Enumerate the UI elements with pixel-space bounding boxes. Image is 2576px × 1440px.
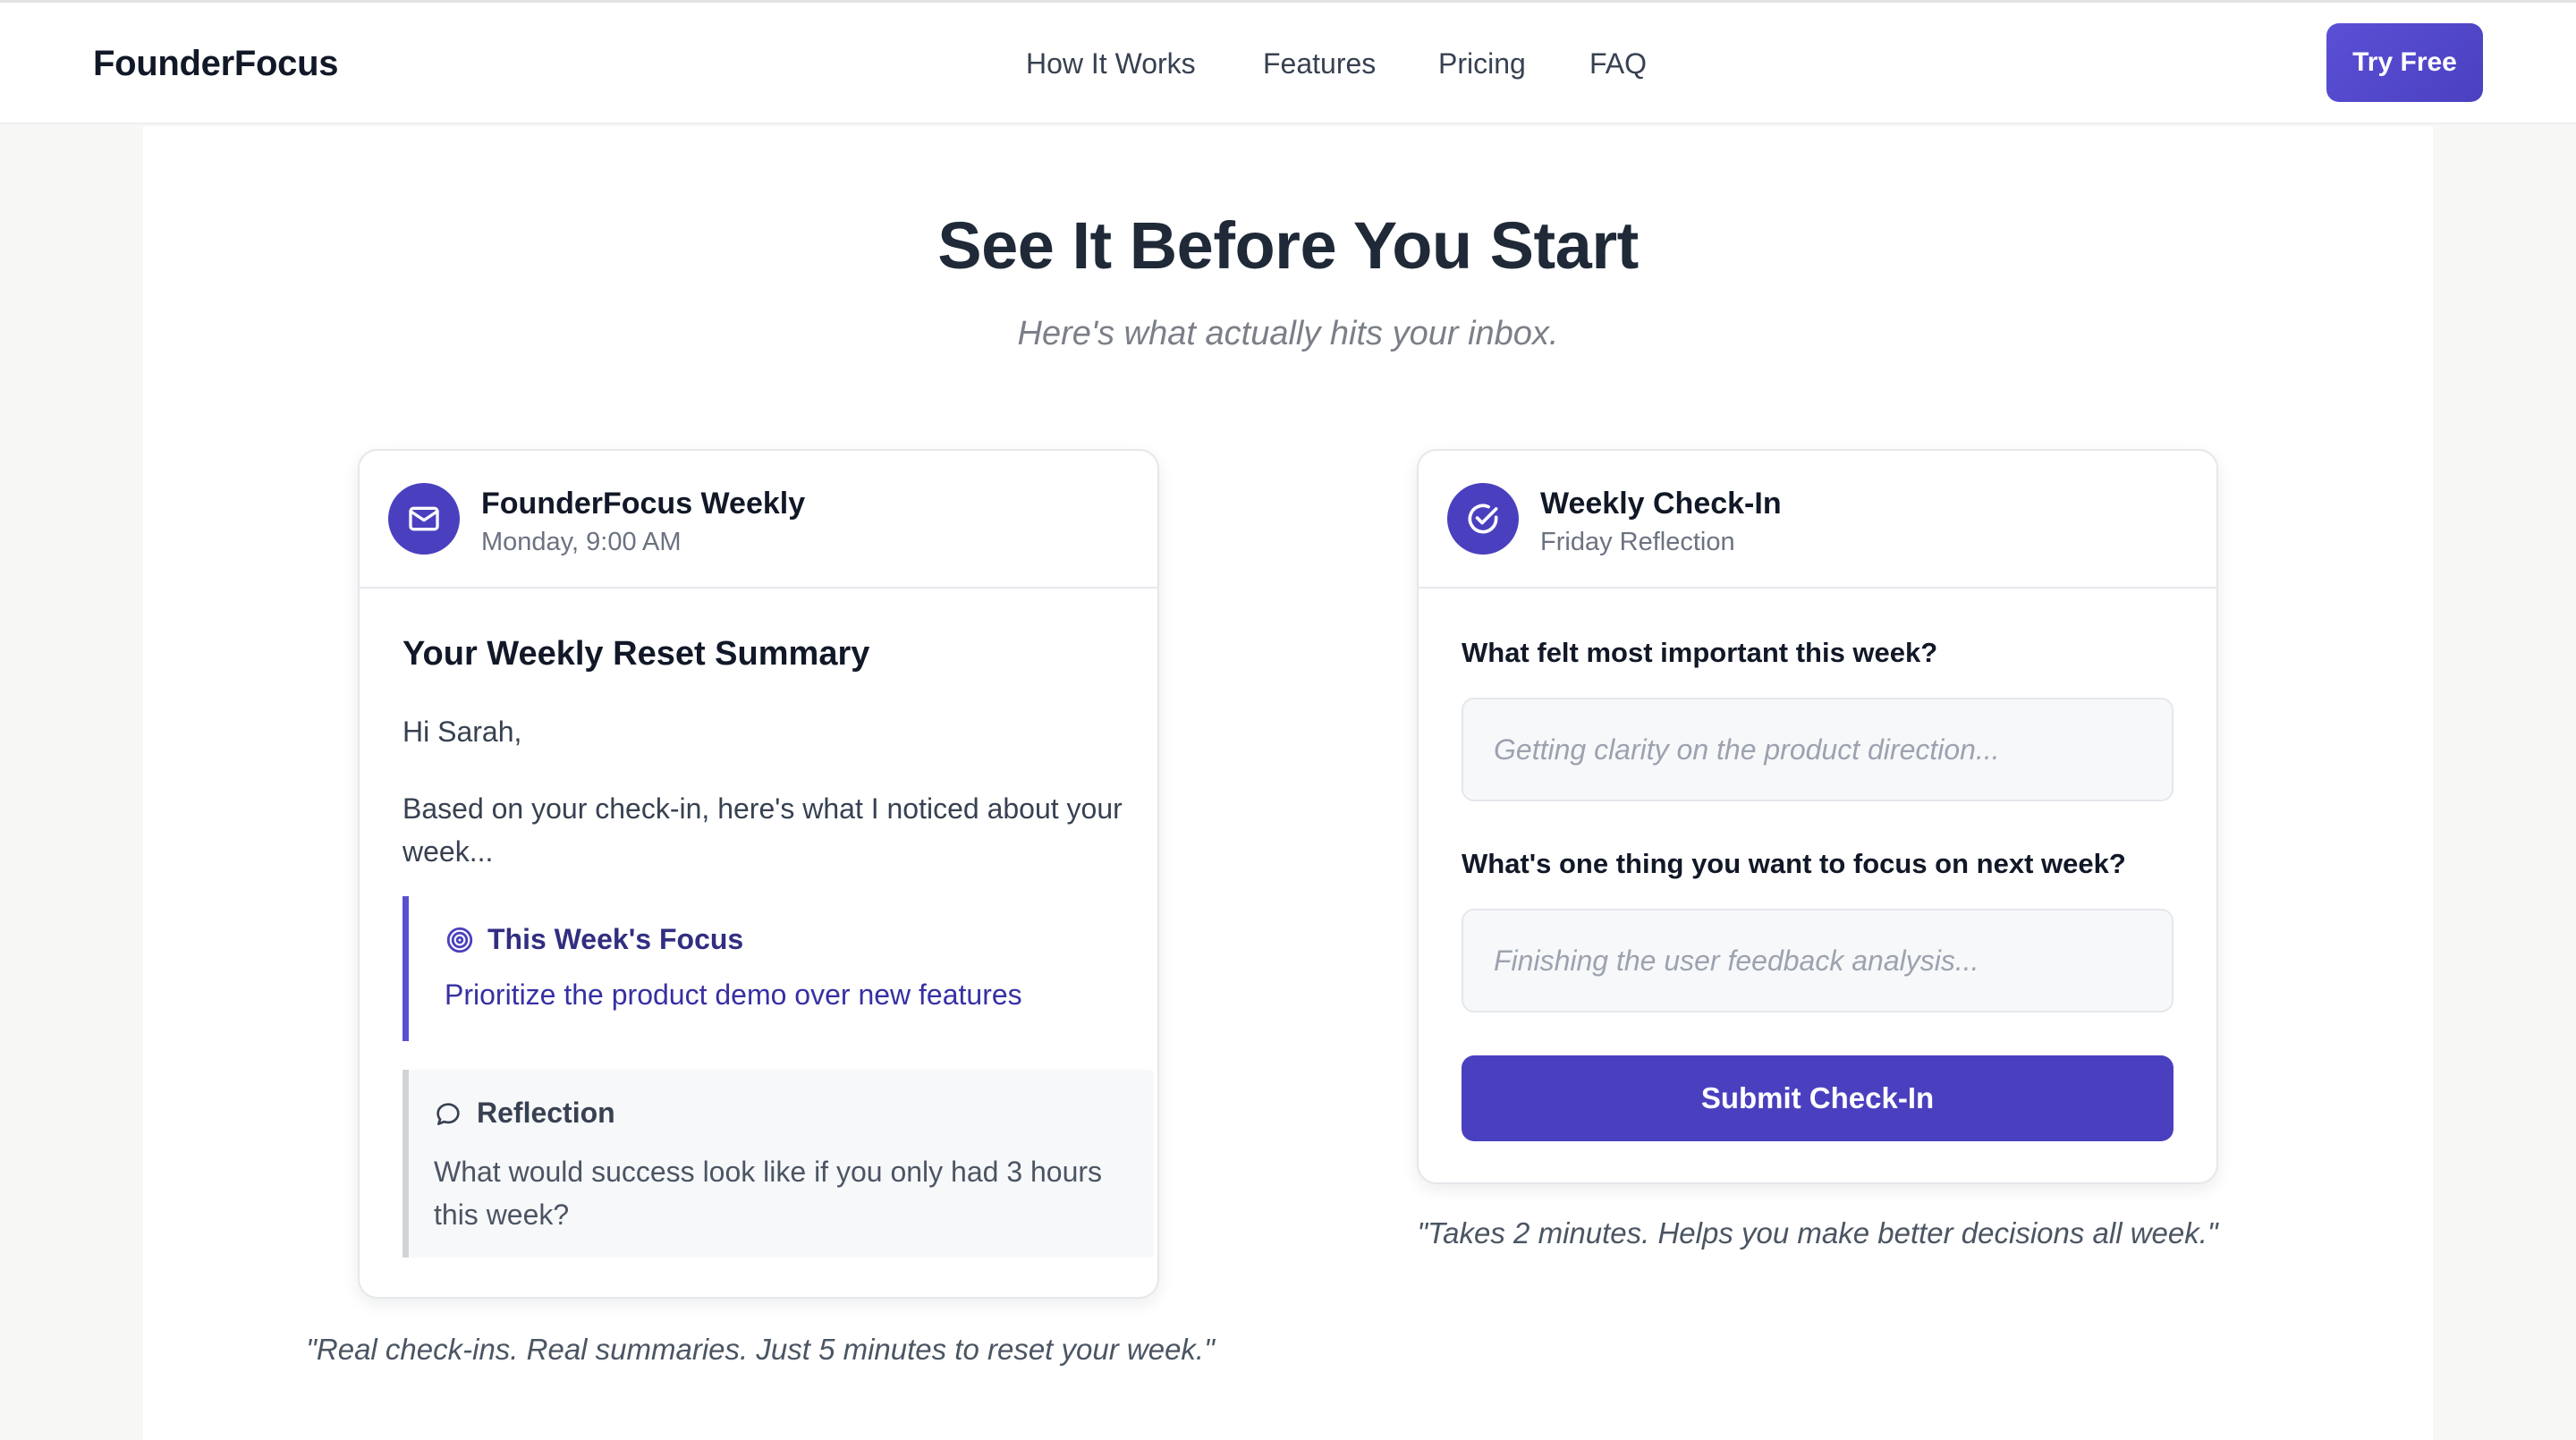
question-2-input[interactable]: Finishing the user feedback analysis... (1462, 909, 2174, 1012)
nav-link-pricing[interactable]: Pricing (1438, 3, 1526, 124)
submit-checkin-button[interactable]: Submit Check-In (1462, 1055, 2174, 1141)
reflection-label: Reflection (477, 1097, 615, 1129)
email-subject: Your Weekly Reset Summary (402, 635, 870, 673)
focus-label: This Week's Focus (487, 923, 744, 955)
checkin-title: Weekly Check-In (1540, 487, 1782, 521)
checkin-card-caption: "Takes 2 minutes. Helps you make better … (1417, 1216, 2218, 1249)
speech-bubble-icon (436, 1103, 460, 1125)
nav-link-features[interactable]: Features (1263, 3, 1376, 124)
nav-links: How It Works Features Pricing FAQ (0, 3, 2576, 124)
email-card-caption: "Real check-ins. Real summaries. Just 5 … (306, 1333, 1215, 1366)
email-card-header: FounderFocus Weekly Monday, 9:00 AM (360, 451, 1157, 589)
email-preview-card: FounderFocus Weekly Monday, 9:00 AM Your… (358, 449, 1159, 1299)
reflection-text: What would success look like if you only… (434, 1156, 1103, 1231)
check-circle-icon (1447, 483, 1519, 555)
focus-text: Prioritize the product demo over new fea… (445, 978, 1022, 1011)
top-navbar: FounderFocus How It Works Features Prici… (0, 3, 2576, 124)
page-subtitle: Here's what actually hits your inbox. (1017, 315, 1559, 352)
try-free-button[interactable]: Try Free (2326, 23, 2483, 102)
email-time: Monday, 9:00 AM (481, 528, 682, 556)
mail-icon (388, 483, 460, 555)
email-intro: Based on your check-in, here's what I no… (402, 792, 1123, 868)
page-title: See It Before You Start (937, 208, 1639, 283)
question-1-input[interactable]: Getting clarity on the product direction… (1462, 698, 2174, 801)
email-sender: FounderFocus Weekly (481, 487, 806, 521)
checkin-subtitle: Friday Reflection (1540, 528, 1735, 556)
reflection-callout: Reflection What would success look like … (402, 1070, 1154, 1258)
checkin-card: Weekly Check-In Friday Reflection What f… (1417, 449, 2218, 1184)
question-2-label: What's one thing you want to focus on ne… (1462, 848, 2126, 879)
focus-callout: This Week's Focus Prioritize the product… (402, 896, 1118, 1041)
nav-link-how-it-works[interactable]: How It Works (1026, 3, 1196, 124)
email-greeting: Hi Sarah, (402, 716, 522, 748)
nav-link-faq[interactable]: FAQ (1589, 3, 1647, 124)
checkin-card-header: Weekly Check-In Friday Reflection (1419, 451, 2216, 589)
target-icon (446, 927, 473, 953)
question-1-label: What felt most important this week? (1462, 637, 1938, 668)
